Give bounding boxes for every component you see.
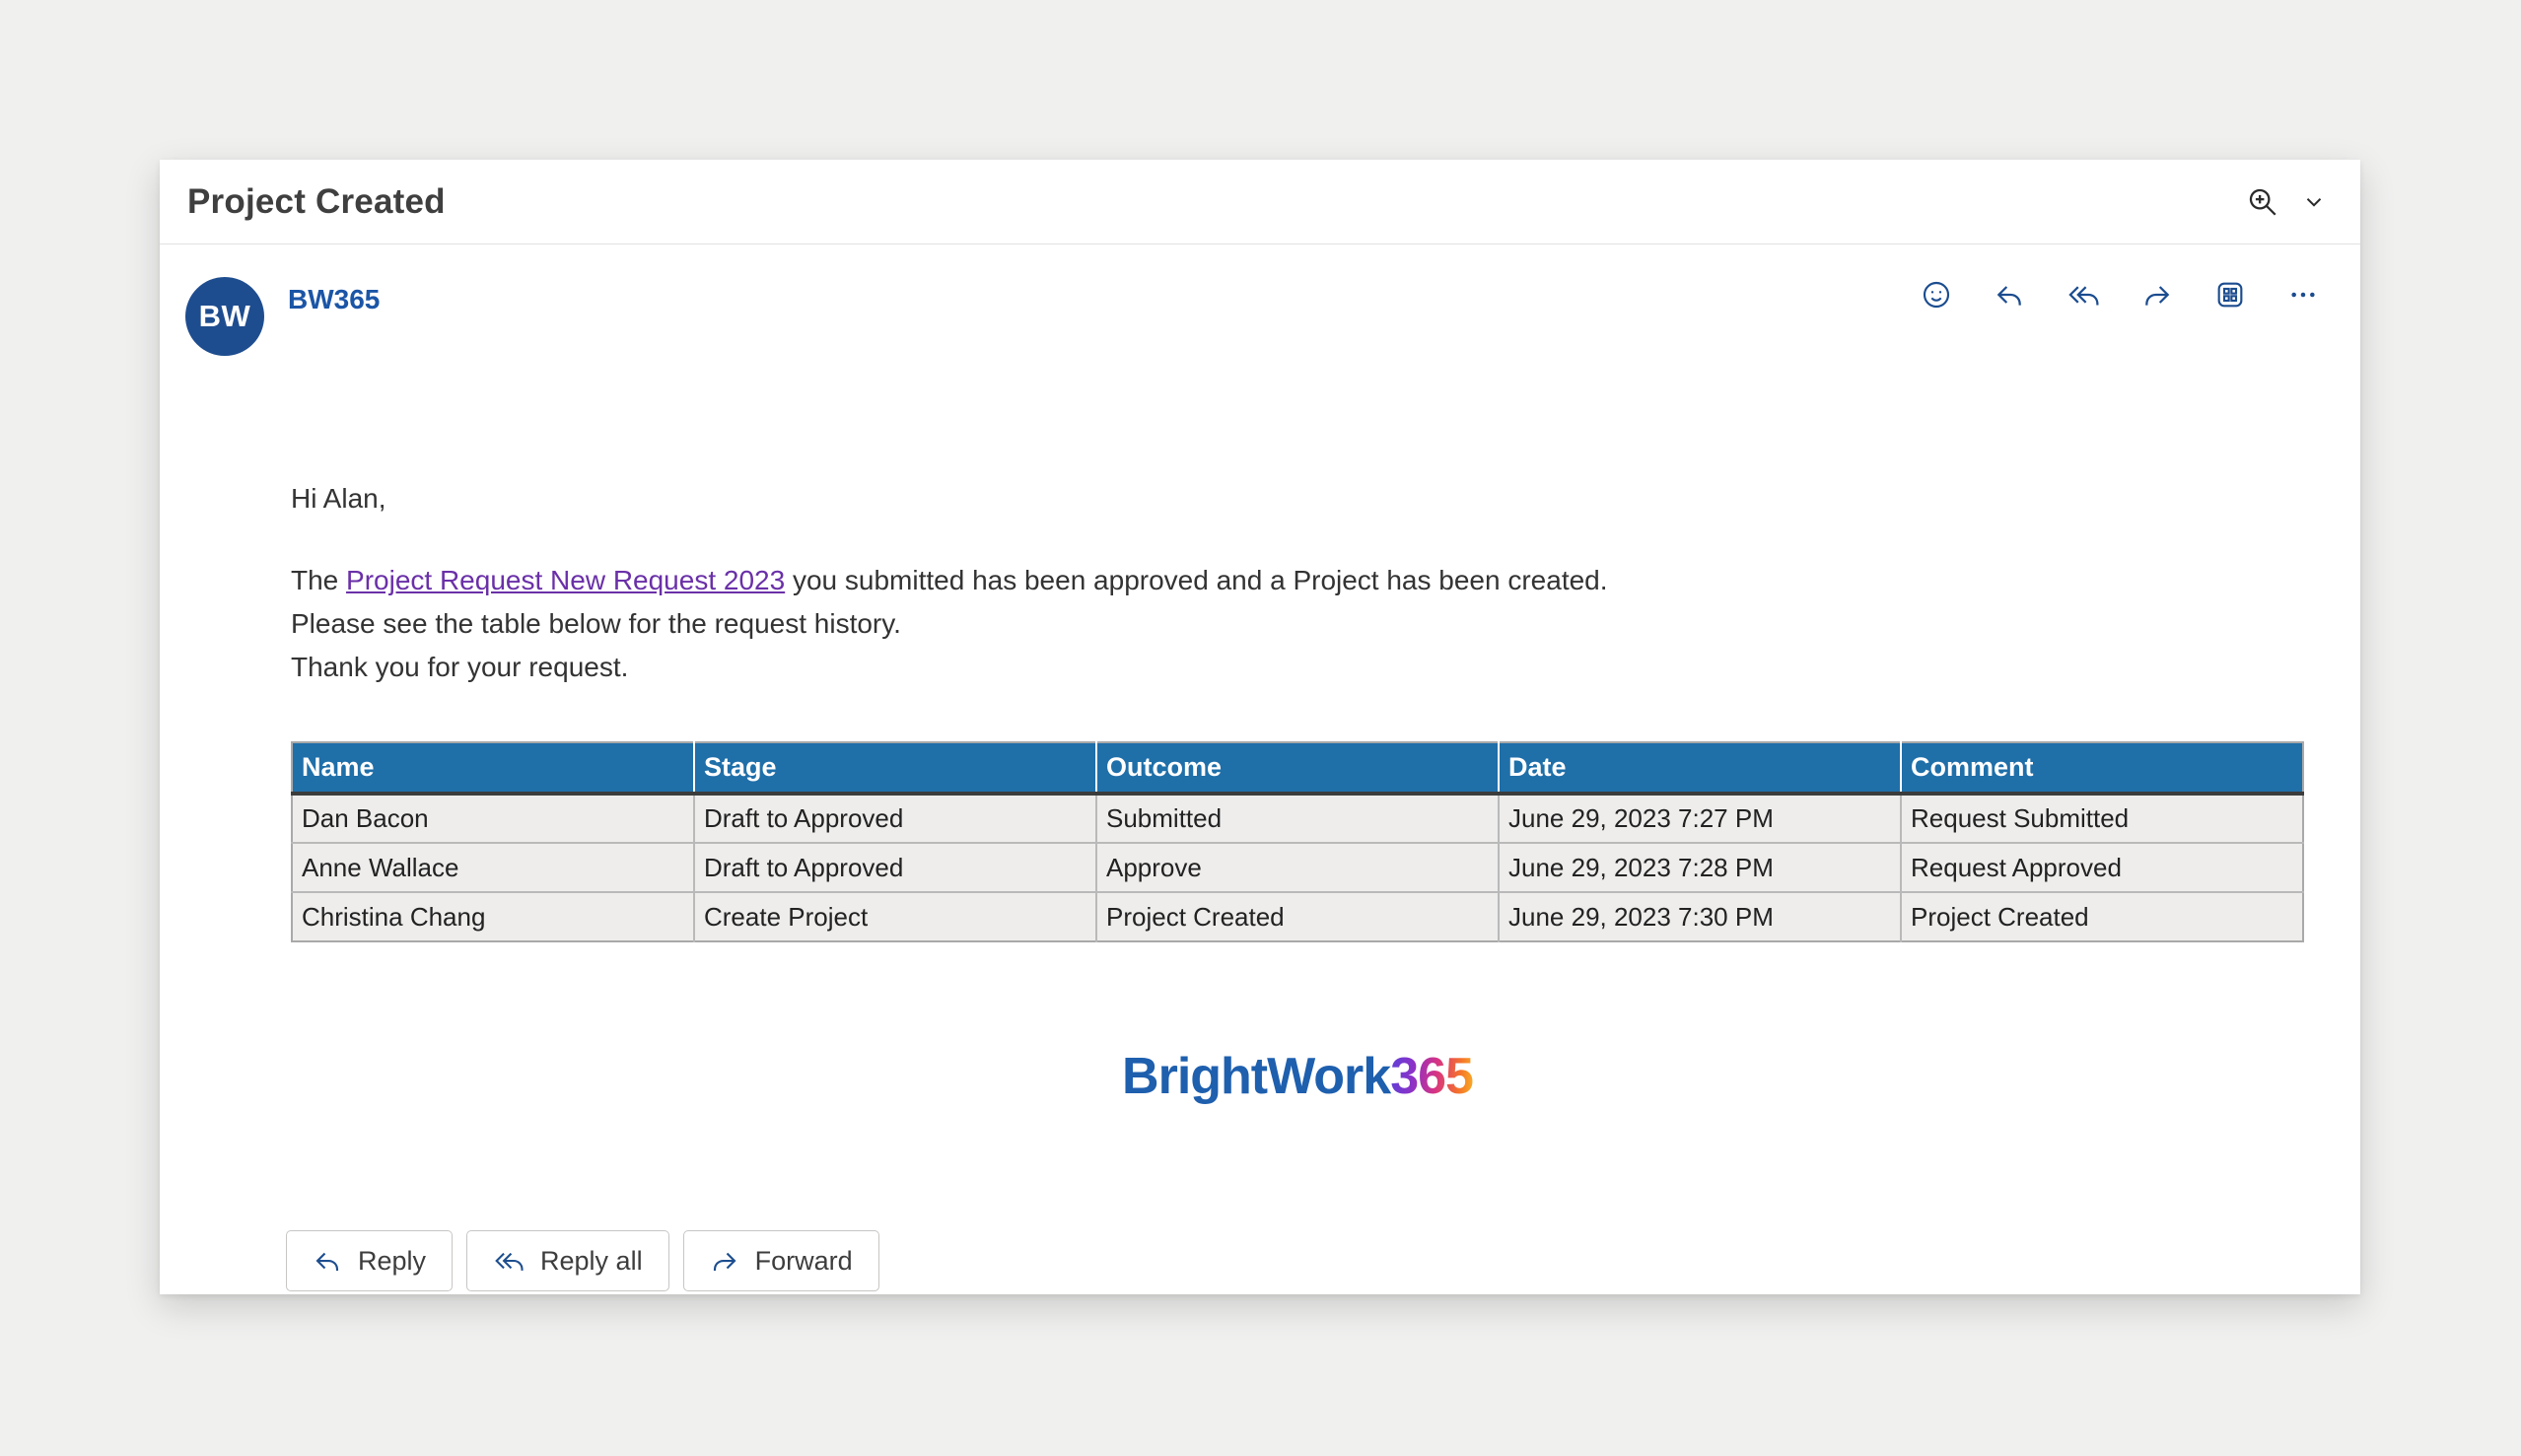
table-cell: Request Approved — [1901, 843, 2303, 892]
forward-button-label: Forward — [755, 1246, 853, 1277]
table-header-cell: Comment — [1901, 742, 2303, 794]
more-options-icon[interactable] — [2287, 279, 2319, 311]
chevron-down-icon[interactable] — [2301, 189, 2327, 215]
body-line-1: The Project Request New Request 2023 you… — [291, 559, 1608, 602]
table-row: Christina ChangCreate ProjectProject Cre… — [292, 892, 2303, 941]
greeting-text: Hi Alan, — [291, 483, 386, 515]
reply-all-button[interactable]: Reply all — [466, 1230, 669, 1291]
reply-all-icon[interactable] — [2066, 279, 2100, 311]
forward-icon[interactable] — [2141, 279, 2173, 311]
table-header-cell: Outcome — [1096, 742, 1499, 794]
forward-icon — [710, 1246, 739, 1276]
table-row: Anne WallaceDraft to ApprovedApproveJune… — [292, 843, 2303, 892]
table-header-cell: Stage — [694, 742, 1096, 794]
apps-grid-icon[interactable] — [2214, 279, 2246, 311]
table-cell: Submitted — [1096, 794, 1499, 843]
table-cell: Project Created — [1096, 892, 1499, 941]
forward-button[interactable]: Forward — [683, 1230, 879, 1291]
logo-brand-text: BrightWork — [1122, 1048, 1390, 1105]
avatar-initials: BW — [199, 299, 251, 334]
table-cell: Draft to Approved — [694, 843, 1096, 892]
table-cell: Christina Chang — [292, 892, 694, 941]
reply-all-icon — [493, 1246, 525, 1276]
table-header-cell: Date — [1499, 742, 1901, 794]
reply-icon — [313, 1246, 342, 1276]
table-header-row: NameStageOutcomeDateComment — [292, 742, 2303, 794]
table-cell: Dan Bacon — [292, 794, 694, 843]
table-cell: Request Submitted — [1901, 794, 2303, 843]
table-header-cell: Name — [292, 742, 694, 794]
table-cell: Anne Wallace — [292, 843, 694, 892]
brightwork365-logo: BrightWork365 — [291, 1047, 2304, 1106]
sender-name[interactable]: BW365 — [288, 284, 380, 315]
table-cell: Project Created — [1901, 892, 2303, 941]
logo-suffix-text: 365 — [1390, 1048, 1473, 1105]
reply-all-button-label: Reply all — [540, 1246, 643, 1277]
body-line-2: Please see the table below for the reque… — [291, 602, 1608, 646]
table-head: NameStageOutcomeDateComment — [292, 742, 2303, 794]
email-reading-pane: Project Created BW BW365 — [160, 160, 2360, 1294]
message-toolbar — [1921, 279, 2319, 311]
reply-button-label: Reply — [358, 1246, 426, 1277]
table-row: Dan BaconDraft to ApprovedSubmittedJune … — [292, 794, 2303, 843]
request-history-table: NameStageOutcomeDateComment Dan BaconDra… — [291, 741, 2304, 942]
table-cell: Create Project — [694, 892, 1096, 941]
emoji-reaction-icon[interactable] — [1921, 279, 1952, 311]
reply-button[interactable]: Reply — [286, 1230, 453, 1291]
body-line1-post: you submitted has been approved and a Pr… — [785, 565, 1607, 595]
table-cell: Draft to Approved — [694, 794, 1096, 843]
title-bar: Project Created — [160, 160, 2360, 244]
body-line-3: Thank you for your request. — [291, 646, 1608, 689]
table-cell: June 29, 2023 7:27 PM — [1499, 794, 1901, 843]
table-cell: June 29, 2023 7:28 PM — [1499, 843, 1901, 892]
project-request-link[interactable]: Project Request New Request 2023 — [346, 565, 785, 595]
table-cell: Approve — [1096, 843, 1499, 892]
reply-icon[interactable] — [1994, 279, 2025, 311]
action-buttons: Reply Reply all Forward — [286, 1230, 879, 1291]
table-body: Dan BaconDraft to ApprovedSubmittedJune … — [292, 794, 2303, 941]
table-cell: June 29, 2023 7:30 PM — [1499, 892, 1901, 941]
title-controls — [2246, 185, 2327, 219]
body-paragraph: The Project Request New Request 2023 you… — [291, 559, 1608, 689]
avatar[interactable]: BW — [185, 277, 264, 356]
body-line1-pre: The — [291, 565, 346, 595]
page-title: Project Created — [187, 182, 446, 222]
zoom-in-icon[interactable] — [2246, 185, 2279, 219]
